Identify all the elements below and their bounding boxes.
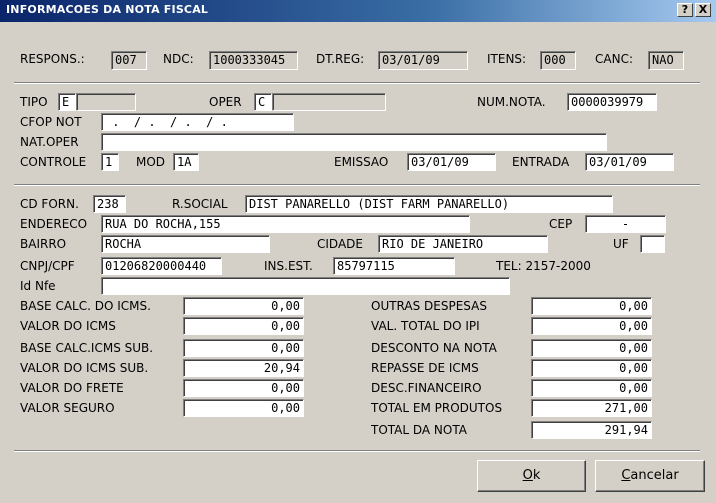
oper-desc-field[interactable] <box>272 93 386 111</box>
base-icms-sub-label: BASE CALC.ICMS SUB. <box>20 341 154 355</box>
total-nota-label: TOTAL DA NOTA <box>371 423 467 437</box>
uf-label: UF <box>613 237 629 251</box>
natoper-label: NAT.OPER <box>20 135 79 149</box>
base-icms-field[interactable]: 0,00 <box>183 297 304 315</box>
total-nota-field[interactable]: 291,94 <box>531 421 652 439</box>
cep-field[interactable]: - <box>585 215 666 233</box>
separator-1 <box>14 82 700 84</box>
valor-frete-field[interactable]: 0,00 <box>183 379 304 397</box>
total-produtos-field[interactable]: 271,00 <box>531 399 652 417</box>
uf-field[interactable] <box>640 235 665 253</box>
oper-label: OPER <box>209 95 242 109</box>
separator-3 <box>14 450 700 452</box>
cep-label: CEP <box>549 217 573 231</box>
cancel-button[interactable]: Cancelar <box>595 460 705 492</box>
tel-text: TEL: 2157-2000 <box>496 259 591 273</box>
cdforn-field[interactable]: 238 <box>93 195 126 213</box>
ok-button[interactable]: Ok <box>477 460 586 492</box>
endereco-label: ENDERECO <box>20 217 88 231</box>
controle-field[interactable]: 1 <box>101 153 119 171</box>
rsocial-field[interactable]: DIST PANARELLO (DIST FARM PANARELLO) <box>245 195 613 213</box>
itens-field[interactable]: 000 <box>540 51 576 70</box>
respons-field[interactable]: 007 <box>111 51 147 70</box>
entrada-field[interactable]: 03/01/09 <box>585 153 674 171</box>
help-button[interactable]: ? <box>677 3 693 17</box>
cdforn-label: CD FORN. <box>20 197 79 211</box>
desconto-nota-label: DESCONTO NA NOTA <box>371 341 497 355</box>
respons-label: RESPONS.: <box>20 52 85 66</box>
valor-icms-label: VALOR DO ICMS <box>20 319 116 333</box>
close-button[interactable]: X <box>695 3 711 17</box>
mod-field[interactable]: 1A <box>173 153 199 171</box>
controle-label: CONTROLE <box>20 155 87 169</box>
cfop-field[interactable]: . / . / . / . <box>101 113 294 131</box>
window-title: INFORMACOES DA NOTA FISCAL <box>6 3 209 16</box>
val-total-ipi-field[interactable]: 0,00 <box>531 317 652 335</box>
canc-label: CANC: <box>595 52 633 66</box>
outras-despesas-field[interactable]: 0,00 <box>531 297 652 315</box>
repasse-icms-field[interactable]: 0,00 <box>531 359 652 377</box>
outras-despesas-label: OUTRAS DESPESAS <box>371 299 487 313</box>
total-produtos-label: TOTAL EM PRODUTOS <box>371 401 503 415</box>
tipo-label: TIPO <box>20 95 48 109</box>
base-icms-label: BASE CALC. DO ICMS. <box>20 299 151 313</box>
valor-icms-sub-field[interactable]: 20,94 <box>183 359 304 377</box>
ok-button-hotkey: O <box>522 468 533 483</box>
base-icms-sub-field[interactable]: 0,00 <box>183 339 304 357</box>
numnota-label: NUM.NOTA. <box>477 95 546 109</box>
val-total-ipi-label: VAL. TOTAL DO IPI <box>371 319 480 333</box>
endereco-field[interactable]: RUA DO ROCHA,155 <box>101 215 470 233</box>
separator-2 <box>14 184 700 186</box>
emissao-field[interactable]: 03/01/09 <box>407 153 496 171</box>
cancel-button-label-post: ancelar <box>630 468 679 483</box>
emissao-label: EMISSAO <box>334 155 389 169</box>
nota-fiscal-dialog: INFORMACOES DA NOTA FISCAL ? X RESPONS.:… <box>0 0 716 503</box>
dtreg-field[interactable]: 03/01/09 <box>378 51 468 70</box>
tipo-desc-field[interactable] <box>76 93 136 111</box>
cnpj-label: CNPJ/CPF <box>20 259 75 273</box>
cnpj-field[interactable]: 01206820000440 <box>101 257 222 275</box>
cidade-label: CIDADE <box>317 237 363 251</box>
entrada-label: ENTRADA <box>512 155 570 169</box>
bairro-label: BAIRRO <box>20 237 67 251</box>
insest-label: INS.EST. <box>264 259 313 273</box>
tipo-field[interactable]: E <box>58 93 76 111</box>
natoper-field[interactable] <box>101 133 607 151</box>
oper-field[interactable]: C <box>254 93 272 111</box>
valor-seguro-field[interactable]: 0,00 <box>183 399 304 417</box>
desc-financeiro-label: DESC.FINANCEIRO <box>371 381 482 395</box>
ok-button-label-post: k <box>532 468 541 483</box>
cfop-label: CFOP NOT <box>20 115 82 129</box>
idnfe-field[interactable] <box>101 277 510 295</box>
cidade-field[interactable]: RIO DE JANEIRO <box>378 235 548 253</box>
valor-icms-field[interactable]: 0,00 <box>183 317 304 335</box>
dtreg-label: DT.REG: <box>316 52 365 66</box>
ndc-label: NDC: <box>163 52 194 66</box>
itens-label: ITENS: <box>487 52 527 66</box>
title-bar: INFORMACOES DA NOTA FISCAL ? X <box>0 0 716 22</box>
rsocial-label: R.SOCIAL <box>172 197 228 211</box>
valor-icms-sub-label: VALOR DO ICMS SUB. <box>20 361 149 375</box>
ndc-field[interactable]: 1000333045 <box>209 51 298 70</box>
desc-financeiro-field[interactable]: 0,00 <box>531 379 652 397</box>
repasse-icms-label: REPASSE DE ICMS <box>371 361 479 375</box>
mod-label: MOD <box>136 155 166 169</box>
bairro-field[interactable]: ROCHA <box>101 235 270 253</box>
valor-seguro-label: VALOR SEGURO <box>20 401 115 415</box>
numnota-field[interactable]: 0000039979 <box>567 93 657 111</box>
desconto-nota-field[interactable]: 0,00 <box>531 339 652 357</box>
insest-field[interactable]: 85797115 <box>333 257 455 275</box>
valor-frete-label: VALOR DO FRETE <box>20 381 124 395</box>
idnfe-label: Id Nfe <box>20 279 56 293</box>
canc-field[interactable]: NAO <box>648 51 684 70</box>
